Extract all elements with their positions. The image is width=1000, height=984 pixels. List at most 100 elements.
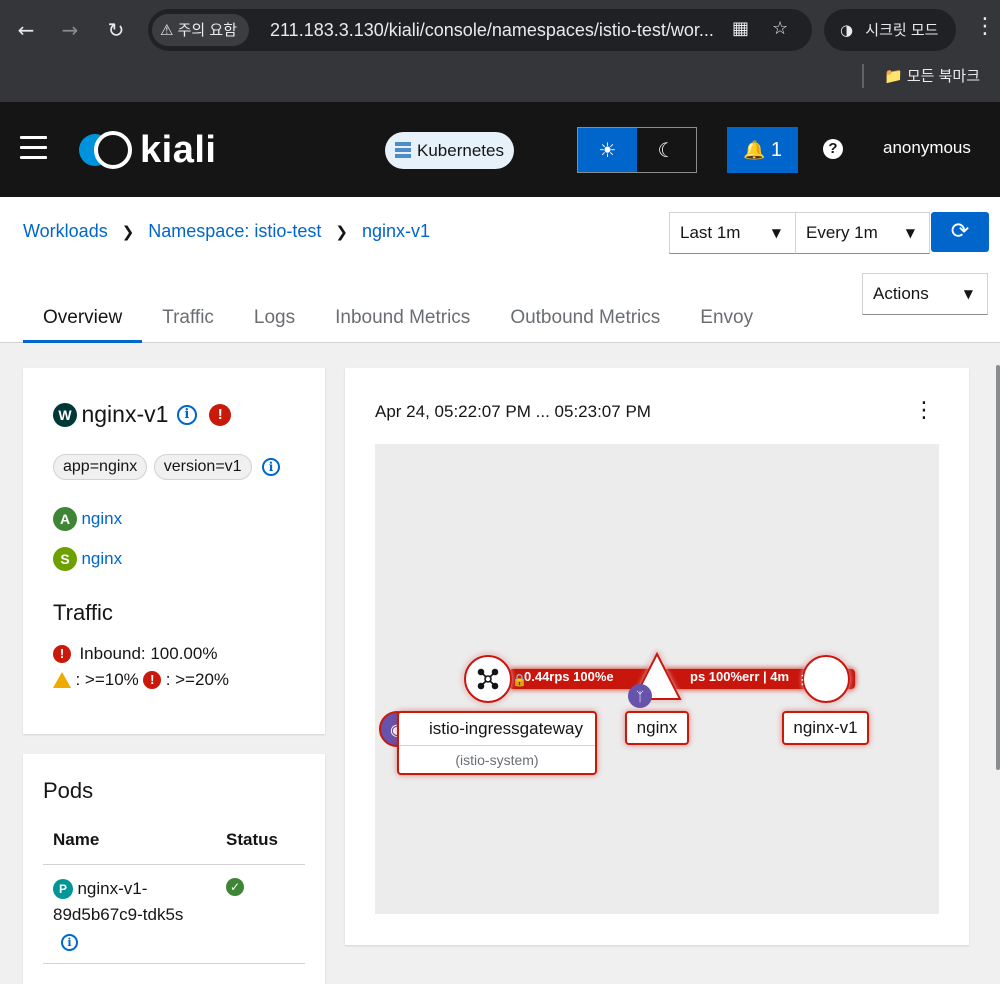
refresh-button[interactable]: ⟳ [931,212,989,252]
kiali-logo-icon [79,131,132,169]
scrollbar-thumb[interactable] [996,365,1000,770]
breadcrumb: Workloads ❯ Namespace: istio-test ❯ nginx-v1 [23,221,430,242]
pod-badge: P [53,879,73,899]
app-badge: A [53,507,77,531]
workload-name: nginx-v1 [81,401,169,427]
service-badge: S [53,547,77,571]
service-link-row: S nginx [53,547,122,571]
security-warning-chip[interactable]: ⚠ 주의 요함 [152,14,249,46]
pod-name: nginx-v1-89d5b67c9-tdk5s [53,879,184,924]
breadcrumb-workload[interactable]: nginx-v1 [362,221,430,241]
graph-canvas[interactable]: 🔒 ᛉ ⋮ ◉ 0.44rps 100%e ps 100%err | 4m is… [375,444,939,914]
workload-overview-card: W nginx-v1 i ! app=nginx version=v1 i A … [23,368,325,734]
address-bar[interactable]: ⚠ 주의 요함 211.183.3.130/kiali/console/name… [148,9,812,51]
table-row: P nginx-v1-89d5b67c9-tdk5s i [53,876,213,952]
help-icon[interactable]: ? [823,139,843,159]
tab-logs[interactable]: Logs [234,303,315,343]
tab-overview[interactable]: Overview [23,303,143,343]
caret-down-icon: ▼ [905,226,915,240]
error-icon: ! [143,671,162,689]
all-bookmarks[interactable]: 📁 모든 북마크 [862,64,980,88]
caret-down-icon: ▼ [771,226,781,240]
graph-time-range: Apr 24, 05:22:07 PM ... 05:23:07 PM [375,402,651,421]
incognito-chip[interactable]: ◑ 시크릿 모드 [824,9,956,51]
refresh-icon: ⟳ [950,219,970,244]
app-link-row: A nginx [53,507,122,531]
tab-inbound-metrics[interactable]: Inbound Metrics [315,303,490,343]
legend-warn-text: : >=10% [75,670,139,689]
inbound-text: Inbound: 100.00% [79,644,218,663]
notification-count: 1 [770,139,783,161]
back-icon[interactable]: ← [10,14,42,46]
app-link[interactable]: nginx [81,509,122,528]
label-version: version=v1 [153,454,252,480]
error-icon[interactable]: ! [209,403,232,426]
tab-bar: Overview Traffic Logs Inbound Metrics Outbou… [23,303,773,343]
notifications-button[interactable]: 🔔 1 [727,127,798,173]
cluster-badge: Kubernetes [385,132,514,169]
workload-badge: W [53,402,77,427]
workload-title: W nginx-v1 i ! [53,401,232,428]
all-bookmarks-label: 모든 북마크 [906,68,981,85]
incognito-label: 시크릿 모드 [865,22,939,39]
tab-traffic[interactable]: Traffic [142,303,234,343]
browser-chrome: ← → ↻ ⚠ 주의 요함 211.183.3.130/kiali/consol… [0,0,1000,102]
chevron-right-icon: ❯ [121,223,135,241]
workload-node[interactable] [802,655,850,703]
tab-outbound-metrics[interactable]: Outbound Metrics [490,303,680,343]
labels-row: app=nginx version=v1 i [53,454,281,480]
breadcrumb-namespace[interactable]: Namespace: istio-test [148,221,321,241]
pod-info-icon[interactable]: i [61,934,78,952]
warning-icon: ⚠ [160,21,174,39]
cluster-icon [395,142,411,158]
duration-dropdown[interactable]: Last 1m ▼ [669,212,796,254]
url-text[interactable]: 211.183.3.130/kiali/console/namespaces/i… [270,9,720,51]
service-node-label[interactable]: nginx [625,711,689,745]
cluster-label: Kubernetes [417,141,504,160]
divider [43,963,305,964]
graph-svg: 🔒 ᛉ ⋮ ◉ [379,651,855,747]
incognito-icon: ◑ [840,21,854,39]
forward-icon[interactable]: → [54,14,86,46]
browser-menu-icon[interactable]: ⋮ [974,14,996,39]
bookmark-star-icon[interactable]: ☆ [772,18,788,39]
security-warning-label: 주의 요함 [177,22,237,39]
error-icon: ! [53,645,71,663]
traffic-heading: Traffic [53,600,113,625]
gateway-name: istio-ingressgateway [428,719,583,738]
reload-icon[interactable]: ↻ [100,14,132,46]
sun-icon[interactable]: ☀ [578,128,637,172]
moon-icon[interactable]: ☾ [637,128,696,172]
graph-kebab-icon[interactable]: ⋮ [913,398,935,423]
masthead: kiali Kubernetes ☀ ☾ 🔔 1 ? anonymous [0,102,1000,197]
inbound-row: ! Inbound: 100.00% [53,644,217,664]
page-header: Workloads ❯ Namespace: istio-test ❯ nginx-v1… [0,197,1000,343]
label-app: app=nginx [53,454,148,480]
pod-info-row: i [61,934,213,952]
kiali-logo[interactable]: kiali [78,130,216,170]
breadcrumb-workloads[interactable]: Workloads [23,221,108,241]
threshold-legend: : >=10% ! : >=20% [53,670,229,690]
gateway-namespace: (istio-system) [399,745,595,774]
tab-envoy[interactable]: Envoy [680,303,773,343]
info-icon[interactable]: i [176,404,197,425]
user-menu[interactable]: anonymous [883,138,971,158]
actions-label: Actions [873,284,929,303]
translate-icon[interactable]: ▦ [732,18,749,39]
gateway-node-label[interactable]: istio-ingressgateway (istio-system) [397,711,597,775]
workload-node-label[interactable]: nginx-v1 [782,711,869,745]
edge-2-label: ps 100%err | 4m [690,669,790,684]
actions-dropdown[interactable]: Actions ▼ [862,273,988,315]
labels-info-icon[interactable]: i [262,457,281,476]
hamburger-menu-icon[interactable] [20,136,47,166]
refresh-interval-value: Every 1m [806,223,878,242]
logo-text: kiali [140,129,217,171]
theme-toggle: ☀ ☾ [577,127,697,173]
service-link[interactable]: nginx [81,549,122,568]
refresh-interval-dropdown[interactable]: Every 1m ▼ [795,212,930,254]
edge-1-label: 0.44rps 100%e [524,669,614,684]
status-ok-icon: ✓ [226,878,244,896]
pods-card: Pods Name Status P nginx-v1-89d5b67c9-td… [23,754,325,984]
legend-err-text: : >=20% [165,670,230,689]
branch-icon: ᛉ [636,690,644,705]
